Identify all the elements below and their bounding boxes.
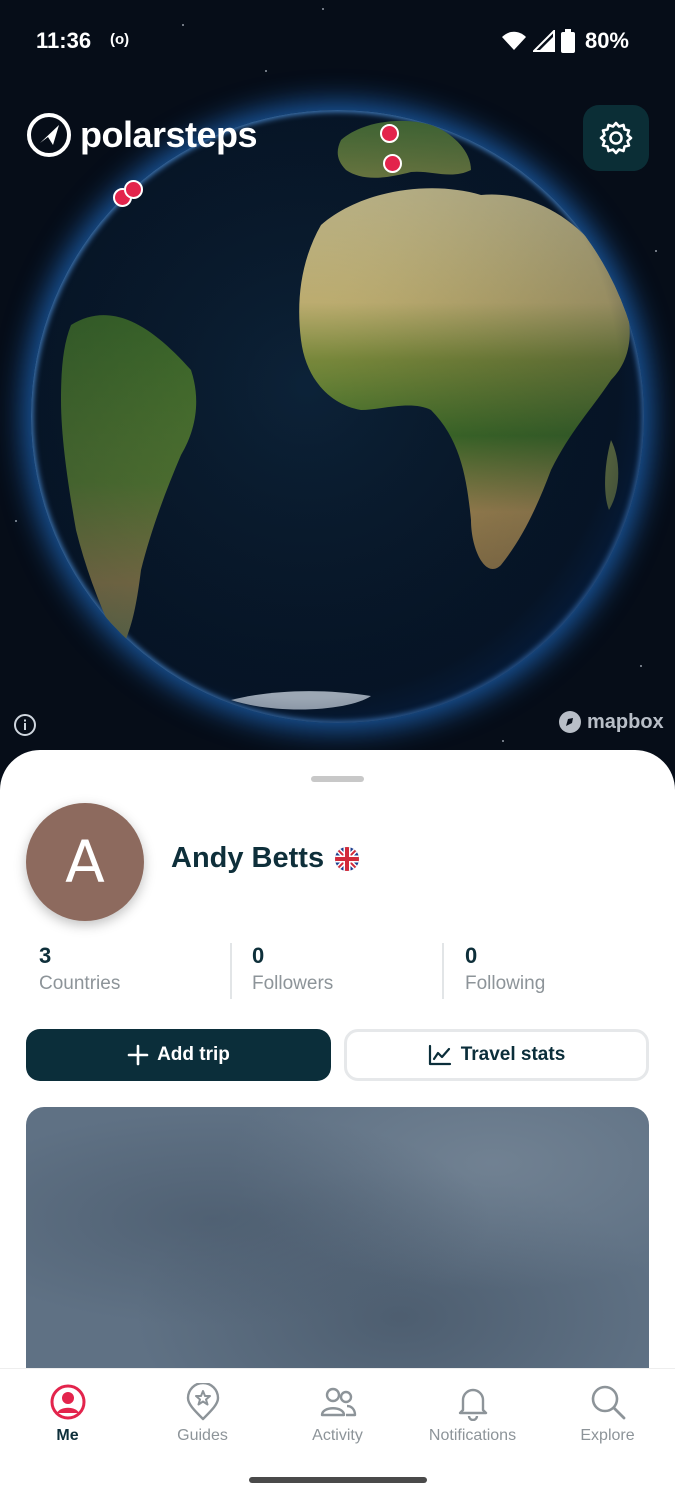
guide-badge-icon — [186, 1383, 219, 1421]
add-trip-label: Add trip — [157, 1044, 230, 1065]
trip-pin[interactable] — [383, 154, 402, 173]
compass-icon — [27, 113, 71, 157]
nav-explore[interactable]: Explore — [540, 1383, 675, 1445]
search-icon — [591, 1385, 625, 1420]
profile-name: Andy Betts — [171, 842, 325, 874]
hotspot-icon: (o) — [110, 31, 130, 48]
trip-pin[interactable] — [380, 124, 399, 143]
globe-map[interactable]: 11:36 (o) 80% polarsteps mapbox — [0, 0, 675, 790]
profile-name-row: Andy Betts — [171, 842, 360, 875]
nav-me[interactable]: Me — [0, 1383, 135, 1445]
nav-label: Activity — [312, 1427, 363, 1444]
stat-value: 3 — [39, 943, 52, 968]
nav-label: Explore — [580, 1427, 635, 1444]
people-icon — [320, 1387, 356, 1417]
signal-icon — [532, 30, 555, 52]
sheet-drag-handle[interactable] — [311, 776, 364, 782]
trip-pin[interactable] — [124, 180, 143, 199]
stat-countries[interactable]: 3 Countries — [39, 943, 120, 995]
stat-label: Followers — [252, 973, 334, 994]
wifi-icon — [501, 31, 526, 50]
mapbox-label: mapbox — [587, 710, 664, 733]
trip-card[interactable] — [26, 1107, 649, 1370]
profile-sheet: A Andy Betts 3 Countries 0 Followers 0 F… — [0, 750, 675, 1370]
stat-divider — [230, 943, 232, 999]
bell-icon — [458, 1388, 487, 1421]
stat-following[interactable]: 0 Following — [465, 943, 545, 995]
avatar[interactable]: A — [26, 803, 144, 921]
settings-button[interactable] — [583, 105, 649, 171]
nav-guides[interactable]: Guides — [135, 1383, 270, 1445]
stat-label: Following — [465, 973, 546, 994]
home-indicator[interactable] — [249, 1477, 427, 1483]
nav-notifications[interactable]: Notifications — [405, 1383, 540, 1445]
uk-flag-icon — [335, 846, 360, 871]
stat-divider — [442, 943, 444, 999]
profile-stats: 3 Countries 0 Followers 0 Following — [0, 943, 675, 1001]
travel-stats-label: Travel stats — [460, 1044, 566, 1065]
gear-icon — [599, 121, 633, 155]
app-name: polarsteps — [80, 114, 258, 155]
nav-activity[interactable]: Activity — [270, 1383, 405, 1445]
nav-label: Guides — [177, 1427, 228, 1444]
stat-value: 0 — [252, 943, 265, 968]
stat-label: Countries — [39, 973, 121, 994]
app-brand: polarsteps — [26, 112, 258, 158]
status-bar: 11:36 (o) 80% — [0, 0, 675, 84]
nav-label: Notifications — [428, 1427, 517, 1444]
profile-icon — [50, 1384, 85, 1420]
info-icon — [14, 714, 36, 736]
nav-label: Me — [56, 1427, 79, 1444]
mapbox-attribution[interactable]: mapbox — [558, 710, 664, 734]
clock: 11:36 — [36, 28, 92, 53]
stat-value: 0 — [465, 943, 478, 968]
stat-followers[interactable]: 0 Followers — [252, 943, 333, 995]
plus-icon — [127, 1044, 149, 1066]
system-icons: 80% — [501, 28, 629, 54]
map-info-button[interactable] — [13, 713, 37, 741]
travel-stats-button[interactable]: Travel stats — [344, 1029, 649, 1081]
battery-icon — [560, 29, 575, 53]
line-chart-icon — [428, 1044, 451, 1066]
add-trip-button[interactable]: Add trip — [26, 1029, 331, 1081]
mapbox-logo-icon — [559, 711, 581, 733]
battery-percent: 80% — [584, 28, 629, 53]
